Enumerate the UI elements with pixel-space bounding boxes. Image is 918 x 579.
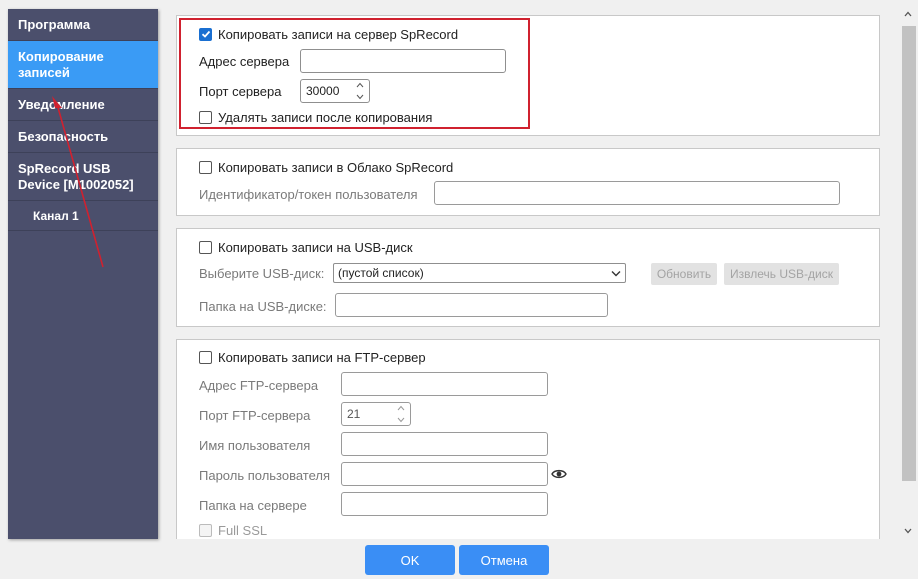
sprecord-port-row: Порт сервера <box>199 83 282 99</box>
ftp-user-row: Имя пользователя <box>199 437 310 453</box>
cloud-enable-row: Копировать записи в Облако SpRecord <box>199 159 453 175</box>
ftp-enable-checkbox[interactable] <box>199 350 212 364</box>
ftp-port-value: 21 <box>347 407 361 421</box>
cloud-group: Копировать записи в Облако SpRecord Иден… <box>176 148 880 216</box>
ftp-address-row: Адрес FTP-сервера <box>199 377 318 393</box>
ok-button[interactable]: OK <box>365 545 455 575</box>
user-token-input[interactable] <box>434 181 840 205</box>
eject-usb-button[interactable]: Извлечь USB-диск <box>724 263 839 285</box>
cancel-button[interactable]: Отмена <box>459 545 549 575</box>
server-port-stepper[interactable]: 30000 <box>300 79 370 103</box>
sidebar-item-label: Канал 1 <box>33 208 79 223</box>
scroll-up-icon[interactable] <box>904 11 912 17</box>
cancel-button-label: Отмена <box>480 552 528 568</box>
sprecord-enable-label: Копировать записи на сервер SpRecord <box>218 26 459 42</box>
ftp-password-input[interactable] <box>341 462 548 486</box>
ftp-folder-label: Папка на сервере <box>199 497 307 513</box>
sidebar-item-label: Безопасность <box>18 128 109 144</box>
ftp-password-row: Пароль пользователя <box>199 467 330 483</box>
checkmark-icon <box>201 30 210 38</box>
usb-folder-input[interactable] <box>335 293 608 317</box>
sprecord-address-row: Адрес сервера <box>199 54 289 69</box>
server-port-value: 30000 <box>306 84 340 98</box>
server-address-input[interactable] <box>300 49 506 73</box>
settings-content: Копировать записи на сервер SpRecord Адр… <box>176 15 880 539</box>
sidebar-item-device[interactable]: SpRecord USB Device [M1002052] <box>8 153 158 201</box>
sprecord-server-group: Копировать записи на сервер SpRecord Адр… <box>176 15 880 136</box>
scrollbar-thumb[interactable] <box>902 26 916 481</box>
usb-enable-row: Копировать записи на USB-диск <box>199 239 413 255</box>
ftp-ssl-row: Full SSL <box>199 522 267 538</box>
sidebar-item-label: Программа <box>18 16 91 32</box>
spin-arrows-icon[interactable] <box>396 405 406 423</box>
cloud-enable-label: Копировать записи в Облако SpRecord <box>218 159 454 175</box>
ftp-user-input[interactable] <box>341 432 548 456</box>
usb-select-row: Выберите USB-диск: <box>199 265 324 281</box>
delete-after-copy-label: Удалять записи после копирования <box>218 109 433 125</box>
full-ssl-checkbox[interactable] <box>199 523 212 537</box>
usb-folder-label: Папка на USB-диске: <box>199 298 327 314</box>
cloud-enable-checkbox[interactable] <box>199 160 212 174</box>
usb-select-label: Выберите USB-диск: <box>199 265 325 281</box>
server-port-label: Порт сервера <box>199 83 282 99</box>
usb-folder-row: Папка на USB-диске: <box>199 298 327 314</box>
ftp-group: Копировать записи на FTP-сервер Адрес FT… <box>176 339 880 539</box>
ftp-port-stepper[interactable]: 21 <box>341 402 411 426</box>
chevron-down-icon <box>611 270 621 276</box>
usb-disk-select-value: (пустой список) <box>338 266 424 280</box>
sidebar-item-label: Копирование записей <box>18 48 104 80</box>
full-ssl-label: Full SSL <box>218 522 268 538</box>
usb-disk-select[interactable]: (пустой список) <box>333 263 626 283</box>
ftp-port-label: Порт FTP-сервера <box>199 407 311 423</box>
ftp-password-label: Пароль пользователя <box>199 467 331 483</box>
ftp-folder-input[interactable] <box>341 492 548 516</box>
eject-usb-button-label: Извлечь USB-диск <box>730 267 833 281</box>
server-address-label: Адрес сервера <box>199 54 290 69</box>
ftp-enable-label: Копировать записи на FTP-сервер <box>218 349 426 365</box>
ftp-port-row: Порт FTP-сервера <box>199 407 310 423</box>
refresh-button-label: Обновить <box>656 267 712 281</box>
user-token-label: Идентификатор/токен пользователя <box>199 186 418 202</box>
sidebar-item-copying[interactable]: Копирование записей <box>8 41 158 89</box>
ftp-address-label: Адрес FTP-сервера <box>199 377 319 393</box>
ftp-user-label: Имя пользователя <box>199 437 311 453</box>
refresh-button[interactable]: Обновить <box>651 263 717 285</box>
spin-arrows-icon[interactable] <box>355 82 365 100</box>
scroll-down-icon[interactable] <box>904 528 912 534</box>
sidebar-item-label: Уведомление <box>18 96 105 112</box>
usb-group: Копировать записи на USB-диск Выберите U… <box>176 228 880 327</box>
content-scrollbar[interactable] <box>900 8 916 544</box>
sprecord-delete-row: Удалять записи после копирования <box>199 109 432 125</box>
eye-icon[interactable] <box>551 468 567 480</box>
ftp-enable-row: Копировать записи на FTP-сервер <box>199 349 426 365</box>
delete-after-copy-checkbox[interactable] <box>199 110 212 124</box>
ftp-address-input[interactable] <box>341 372 548 396</box>
ok-button-label: OK <box>400 552 420 568</box>
sprecord-enable-row: Копировать записи на сервер SpRecord <box>199 26 458 42</box>
usb-enable-label: Копировать записи на USB-диск <box>218 239 413 255</box>
sidebar-item-label: SpRecord USB Device [M1002052] <box>18 160 134 192</box>
cloud-token-row: Идентификатор/токен пользователя <box>199 186 418 202</box>
sidebar-item-security[interactable]: Безопасность <box>8 121 158 153</box>
sidebar-item-program[interactable]: Программа <box>8 9 158 41</box>
usb-enable-checkbox[interactable] <box>199 240 212 254</box>
sidebar-item-channel-1[interactable]: Канал 1 <box>8 201 158 231</box>
sprecord-enable-checkbox[interactable] <box>199 27 212 41</box>
settings-sidebar: Программа Копирование записей Уведомлени… <box>8 9 158 539</box>
sidebar-item-notification[interactable]: Уведомление <box>8 89 158 121</box>
ftp-folder-row: Папка на сервере <box>199 497 307 513</box>
